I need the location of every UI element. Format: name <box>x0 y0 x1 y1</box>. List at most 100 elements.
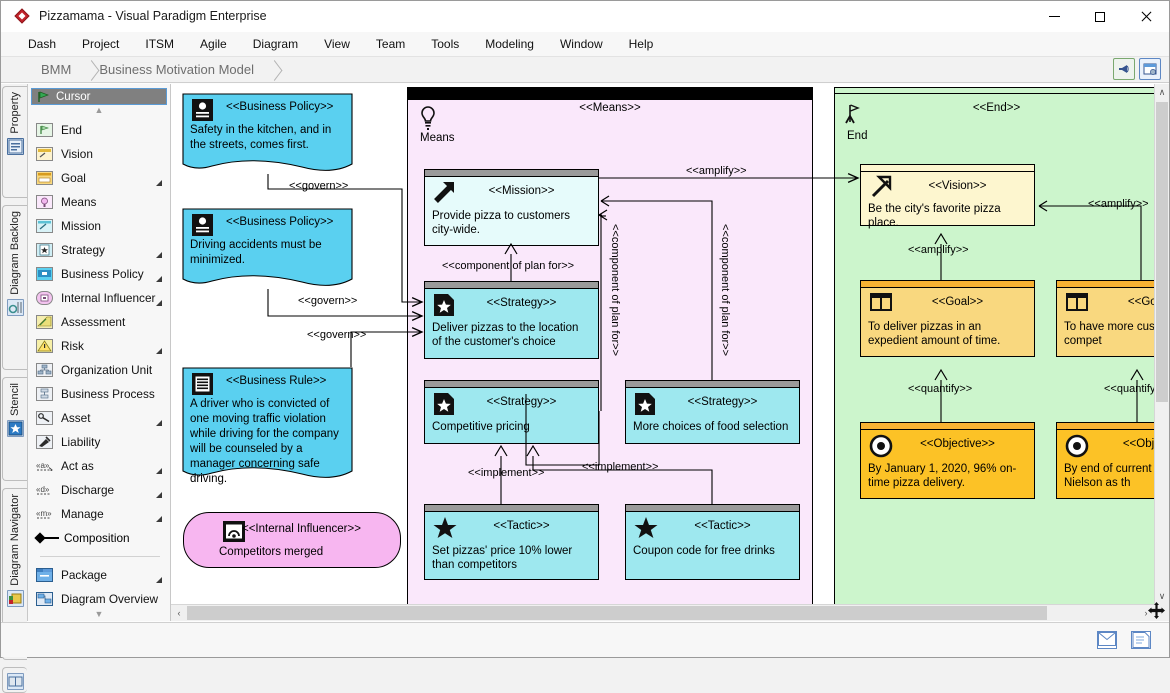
node-stereotype: <<Business Policy>> <box>226 101 334 113</box>
expand-corner-icon[interactable] <box>156 300 162 306</box>
tab-label: Diagram Backlog <box>9 211 21 295</box>
objective-node-2[interactable]: <<Objective By end of current ye by A C … <box>1056 422 1154 499</box>
palette-item-risk[interactable]: Risk <box>28 334 170 358</box>
strategy-node-2[interactable]: <<Strategy>> Competitive pricing <box>424 380 599 444</box>
palette-item-assessment[interactable]: Assessment <box>28 310 170 334</box>
menu-item-project[interactable]: Project <box>69 34 132 54</box>
palette-item-goal[interactable]: Goal <box>28 166 170 190</box>
tactic-node-2[interactable]: <<Tactic>> Coupon code for free drinks <box>625 504 800 580</box>
close-button[interactable] <box>1123 1 1169 32</box>
palette-item-label: Vision <box>61 147 93 161</box>
minimize-button[interactable] <box>1031 1 1077 32</box>
palette-item-organization-unit[interactable]: Organization Unit <box>28 358 170 382</box>
palette-item-business-policy[interactable]: Business Policy <box>28 262 170 286</box>
edge-label-implement-1: <<implement>> <box>468 467 545 479</box>
menu-item-itsm[interactable]: ITSM <box>132 34 187 54</box>
message-icon[interactable] <box>1097 631 1117 649</box>
palette-item-strategy[interactable]: Strategy <box>28 238 170 262</box>
expand-corner-icon[interactable] <box>156 420 162 426</box>
objective-node-1[interactable]: <<Objective>> By January 1, 2020, 96% on… <box>860 422 1035 499</box>
expand-corner-icon[interactable] <box>156 492 162 498</box>
node-header <box>425 505 598 512</box>
diagram-overview-icon <box>36 592 53 606</box>
goal-node-1[interactable]: <<Goal>> To deliver pizzas in an expedie… <box>860 280 1035 357</box>
node-stereotype: <<Internal Influencer>> <box>242 523 361 535</box>
strategy-doc-icon <box>433 293 455 316</box>
menu-item-help[interactable]: Help <box>616 34 667 54</box>
node-header <box>425 282 598 289</box>
means-group-name: Means <box>420 132 455 144</box>
palette-item-business-process[interactable]: Business Process <box>28 382 170 406</box>
goal-node-2[interactable]: <<Goal>> To have more custo any other co… <box>1056 280 1154 357</box>
sidebar-tab-model-explorer[interactable] <box>2 667 27 693</box>
expand-corner-icon[interactable] <box>156 516 162 522</box>
scroll-left-arrow[interactable]: ‹ <box>171 605 187 621</box>
diagram-settings-icon-button[interactable] <box>1139 58 1161 80</box>
strategy-node-3[interactable]: <<Strategy>> More choices of food select… <box>625 380 800 444</box>
menu-item-diagram[interactable]: Diagram <box>240 34 311 54</box>
palette-item-means[interactable]: Means <box>28 190 170 214</box>
expand-corner-icon[interactable] <box>156 252 162 258</box>
sidebar-tab-diagram-backlog[interactable]: Diagram Backlog <box>2 205 27 370</box>
palette-item-mission[interactable]: Mission <box>28 214 170 238</box>
palette-item-composition[interactable]: Composition <box>28 526 170 550</box>
edge-label-component-of-plan-for-1: <<component of plan for>> <box>442 260 575 272</box>
sidebar-tab-property[interactable]: Property <box>2 86 27 198</box>
maximize-button[interactable] <box>1077 1 1123 32</box>
mission-node[interactable]: <<Mission>> Provide pizza to customers c… <box>424 169 599 246</box>
palette-item-liability[interactable]: Liability <box>28 430 170 454</box>
palette-item-act-as[interactable]: «a» Act as <box>28 454 170 478</box>
palette-item-discharge[interactable]: «d» Discharge <box>28 478 170 502</box>
menu-item-tools[interactable]: Tools <box>418 34 472 54</box>
strategy-node-1[interactable]: <<Strategy>> Deliver pizzas to the locat… <box>424 281 599 359</box>
business-policy-node-2[interactable]: <<Business Policy>> Driving accidents mu… <box>182 208 353 289</box>
announcement-icon-button[interactable] <box>1113 58 1135 80</box>
sidebar-tab-stencil[interactable]: Stencil <box>2 377 27 481</box>
breadcrumb-item-bmm-diagram[interactable]: Business Motivation Model <box>93 61 264 78</box>
scroll-up-arrow[interactable]: ∧ <box>1155 84 1169 100</box>
objective-target-icon <box>1065 434 1089 458</box>
horizontal-scroll-thumb[interactable] <box>187 606 1047 620</box>
notes-icon[interactable] <box>1131 631 1151 649</box>
menu-item-modeling[interactable]: Modeling <box>472 34 547 54</box>
window-controls <box>1031 1 1169 32</box>
palette-item-vision[interactable]: Vision <box>28 142 170 166</box>
palette-item-label: Means <box>61 195 97 209</box>
means-bulb-icon <box>418 106 438 130</box>
menu-item-view[interactable]: View <box>311 34 363 54</box>
expand-corner-icon[interactable] <box>156 468 162 474</box>
palette-item-diagram-overview[interactable]: Diagram Overview <box>28 587 170 611</box>
expand-corner-icon[interactable] <box>156 348 162 354</box>
palette-item-asset[interactable]: Asset <box>28 406 170 430</box>
palette-cursor-item[interactable]: Cursor <box>31 88 167 105</box>
menu-item-window[interactable]: Window <box>547 34 616 54</box>
palette-scroll-up[interactable]: ▲ <box>28 105 170 118</box>
menu-item-team[interactable]: Team <box>363 34 418 54</box>
goal-table-icon <box>1065 292 1091 314</box>
business-rule-node[interactable]: <<Business Rule>> A driver who is convic… <box>182 367 353 485</box>
business-policy-icon <box>36 267 53 281</box>
palette-item-package[interactable]: Package <box>28 563 170 587</box>
diagram-canvas[interactable]: <<Business Policy>> Safety in the kitche… <box>171 84 1154 604</box>
vertical-scrollbar[interactable]: ∧ ∨ <box>1154 84 1169 604</box>
expand-corner-icon[interactable] <box>156 577 162 583</box>
expand-corner-icon[interactable] <box>156 276 162 282</box>
breadcrumb-item-bmm[interactable]: BMM <box>35 61 81 78</box>
package-icon <box>36 568 53 582</box>
palette-item-end[interactable]: End <box>28 118 170 142</box>
palette-item-manage[interactable]: «m» Manage <box>28 502 170 526</box>
vision-node[interactable]: <<Vision>> Be the city's favorite pizza … <box>860 164 1035 229</box>
internal-influencer-node[interactable]: <<Internal Influencer>> Competitors merg… <box>183 512 401 568</box>
horizontal-scrollbar[interactable]: ‹ › <box>171 604 1154 621</box>
expand-corner-icon[interactable] <box>156 180 162 186</box>
palette-item-internal-influencer[interactable]: Internal Influencer <box>28 286 170 310</box>
menu-item-dash[interactable]: Dash <box>15 34 69 54</box>
diagram-canvas-area[interactable]: <<Business Policy>> Safety in the kitche… <box>171 84 1169 621</box>
business-policy-node-1[interactable]: <<Business Policy>> Safety in the kitche… <box>182 93 353 174</box>
vertical-scroll-thumb[interactable] <box>1156 102 1168 402</box>
pan-move-handle-icon[interactable] <box>1148 602 1165 619</box>
palette-scroll-down[interactable]: ▼ <box>28 609 170 619</box>
menu-item-agile[interactable]: Agile <box>187 34 240 54</box>
tactic-node-1[interactable]: <<Tactic>> Set pizzas' price 10% lower t… <box>424 504 599 580</box>
backlog-icon <box>6 298 24 316</box>
